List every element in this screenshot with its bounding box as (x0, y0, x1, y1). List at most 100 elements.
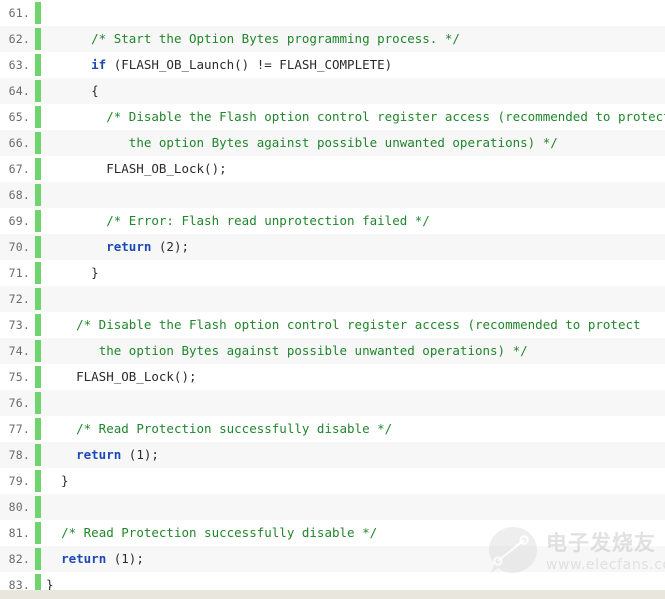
gutter-change-marker (35, 184, 41, 206)
code-token-plain (46, 525, 61, 540)
code-line-row: 67. FLASH_OB_Lock(); (0, 156, 665, 182)
code-token-plain (46, 109, 106, 124)
code-token-keyword: if (91, 57, 106, 72)
bottom-strip (0, 590, 665, 599)
gutter-change-marker (35, 288, 41, 310)
code-token-plain (46, 447, 76, 462)
gutter-change-marker (35, 496, 41, 518)
code-line-row: 70. return (2); (0, 234, 665, 260)
gutter-change-marker (35, 2, 41, 24)
code-line-row: 62. /* Start the Option Bytes programmin… (0, 26, 665, 52)
code-line-row: 74. the option Bytes against possible un… (0, 338, 665, 364)
line-number: 68. (0, 188, 30, 202)
code-line-row: 78. return (1); (0, 442, 665, 468)
code-token-comment: /* Start the Option Bytes programming pr… (91, 31, 460, 46)
code-token-plain: (2); (151, 239, 189, 254)
line-number: 71. (0, 266, 30, 280)
code-token-comment: /* Read Protection successfully disable … (76, 421, 392, 436)
line-number: 75. (0, 370, 30, 384)
line-number: 81. (0, 526, 30, 540)
code-line-text: FLASH_OB_Lock(); (41, 156, 665, 182)
line-number: 76. (0, 396, 30, 410)
line-number: 70. (0, 240, 30, 254)
code-line-text: return (1); (41, 442, 665, 468)
code-line-row: 77. /* Read Protection successfully disa… (0, 416, 665, 442)
code-line-row: 65. /* Disable the Flash option control … (0, 104, 665, 130)
code-token-keyword: return (106, 239, 151, 254)
code-token-plain (46, 135, 129, 150)
code-token-plain: (1); (106, 551, 144, 566)
code-token-plain (46, 421, 76, 436)
code-token-plain: (FLASH_OB_Launch() != FLASH_COMPLETE) (106, 57, 392, 72)
code-line-text: { (41, 78, 665, 104)
code-line-text: /* Disable the Flash option control regi… (41, 312, 665, 338)
code-line-row: 64. { (0, 78, 665, 104)
code-line-text: } (41, 468, 665, 494)
line-number: 61. (0, 6, 30, 20)
code-token-plain (46, 551, 61, 566)
line-number: 69. (0, 214, 30, 228)
code-token-plain: } (46, 265, 99, 280)
code-line-text: /* Read Protection successfully disable … (41, 416, 665, 442)
line-number: 72. (0, 292, 30, 306)
code-line-row: 71. } (0, 260, 665, 286)
code-token-comment: /* Disable the Flash option control regi… (76, 317, 640, 332)
line-number: 63. (0, 58, 30, 72)
code-token-plain (46, 57, 91, 72)
code-line-row: 68. (0, 182, 665, 208)
line-number: 82. (0, 552, 30, 566)
code-line-text: FLASH_OB_Lock(); (41, 364, 665, 390)
code-line-text: the option Bytes against possible unwant… (41, 130, 665, 156)
code-line-row: 61. (0, 0, 665, 26)
code-line-text: /* Disable the Flash option control regi… (41, 104, 665, 130)
line-number: 78. (0, 448, 30, 462)
code-token-plain: (1); (121, 447, 159, 462)
code-token-plain: { (46, 83, 99, 98)
code-line-text: /* Error: Flash read unprotection failed… (41, 208, 665, 234)
line-number: 77. (0, 422, 30, 436)
line-number: 66. (0, 136, 30, 150)
code-line-text: return (2); (41, 234, 665, 260)
code-token-plain (46, 213, 106, 228)
code-line-row: 79. } (0, 468, 665, 494)
line-number: 74. (0, 344, 30, 358)
code-line-row: 69. /* Error: Flash read unprotection fa… (0, 208, 665, 234)
line-number: 65. (0, 110, 30, 124)
code-line-row: 76. (0, 390, 665, 416)
line-number: 67. (0, 162, 30, 176)
code-line-text: /* Read Protection successfully disable … (41, 520, 665, 546)
code-token-keyword: return (61, 551, 106, 566)
code-line-text: } (41, 260, 665, 286)
code-token-comment: /* Read Protection successfully disable … (61, 525, 377, 540)
code-token-plain (46, 31, 91, 46)
code-token-plain (46, 239, 106, 254)
line-number: 62. (0, 32, 30, 46)
code-line-row: 75. FLASH_OB_Lock(); (0, 364, 665, 390)
line-number: 64. (0, 84, 30, 98)
code-line-row: 80. (0, 494, 665, 520)
line-number: 80. (0, 500, 30, 514)
code-line-row: 66. the option Bytes against possible un… (0, 130, 665, 156)
code-line-text: if (FLASH_OB_Launch() != FLASH_COMPLETE) (41, 52, 665, 78)
code-token-comment: the option Bytes against possible unwant… (129, 135, 558, 150)
code-token-comment: /* Error: Flash read unprotection failed… (106, 213, 430, 228)
code-line-text: the option Bytes against possible unwant… (41, 338, 665, 364)
code-token-plain: FLASH_OB_Lock(); (46, 161, 227, 176)
code-line-row: 82. return (1); (0, 546, 665, 572)
code-token-comment: the option Bytes against possible unwant… (99, 343, 528, 358)
code-rows-container: 61. 62. /* Start the Option Bytes program… (0, 0, 665, 598)
code-line-row: 72. (0, 286, 665, 312)
code-token-plain: FLASH_OB_Lock(); (46, 369, 197, 384)
gutter-change-marker (35, 392, 41, 414)
code-line-row: 81. /* Read Protection successfully disa… (0, 520, 665, 546)
line-number: 73. (0, 318, 30, 332)
code-token-comment: /* Disable the Flash option control regi… (106, 109, 665, 124)
code-line-row: 73. /* Disable the Flash option control … (0, 312, 665, 338)
code-token-plain (46, 317, 76, 332)
code-line-text: /* Start the Option Bytes programming pr… (41, 26, 665, 52)
code-listing: 61. 62. /* Start the Option Bytes program… (0, 0, 665, 599)
code-token-keyword: return (76, 447, 121, 462)
line-number: 79. (0, 474, 30, 488)
code-token-plain: } (46, 473, 69, 488)
code-line-text: return (1); (41, 546, 665, 572)
